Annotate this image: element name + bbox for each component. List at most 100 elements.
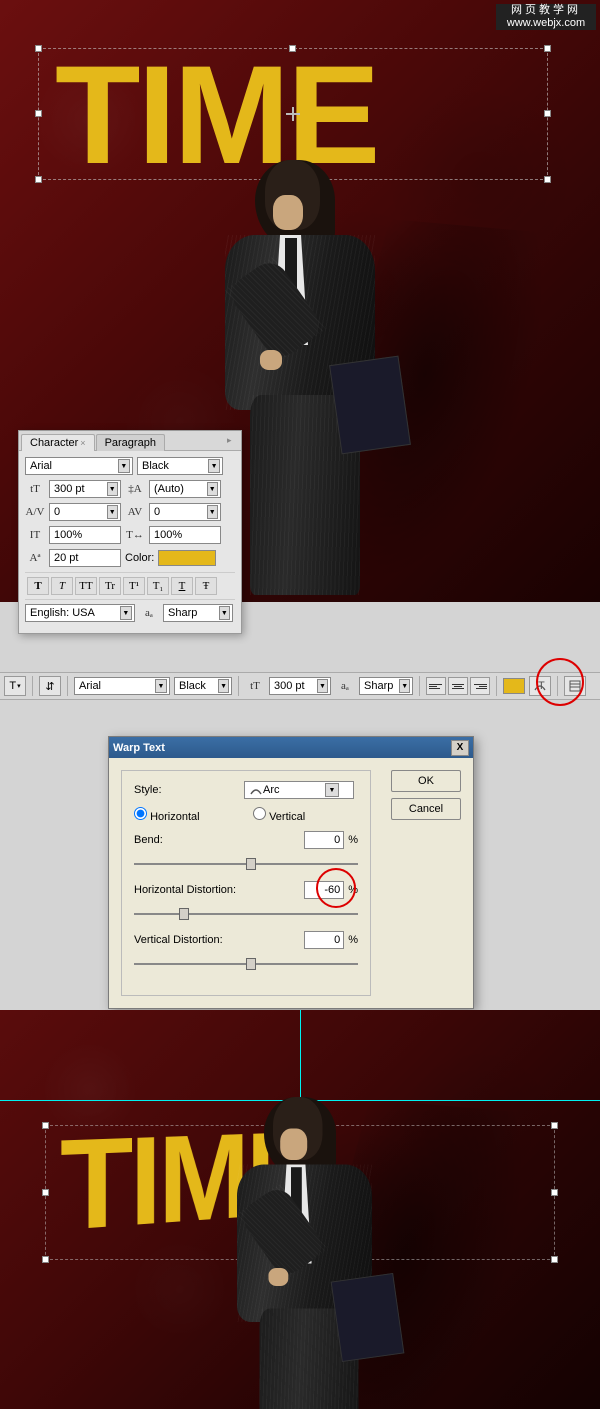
- baseline-icon: Aª: [25, 550, 45, 566]
- svg-text:T: T: [538, 680, 545, 692]
- handle-top-left[interactable]: [42, 1122, 49, 1129]
- align-right-button[interactable]: [470, 677, 490, 695]
- warp-text-button[interactable]: T: [529, 676, 551, 696]
- handle-middle-left[interactable]: [35, 110, 42, 117]
- handle-bottom-right[interactable]: [551, 1256, 558, 1263]
- kerning-icon: A/V: [25, 504, 45, 520]
- chevron-down-icon[interactable]: ▼: [207, 482, 218, 496]
- transform-center[interactable]: [286, 107, 300, 121]
- faux-italic-button[interactable]: T: [51, 577, 73, 595]
- hscale-input[interactable]: [149, 526, 221, 544]
- align-left-button[interactable]: [426, 677, 446, 695]
- color-swatch[interactable]: [158, 550, 216, 566]
- palettes-button[interactable]: [564, 676, 586, 696]
- chevron-down-icon[interactable]: ▼: [399, 679, 410, 693]
- font-style-dropdown[interactable]: ▼: [137, 457, 223, 475]
- canvas-after: TIME: [0, 1010, 600, 1409]
- strikethrough-button[interactable]: Ŧ: [195, 577, 217, 595]
- antialias-icon: aₐ: [139, 605, 159, 621]
- handle-middle-right[interactable]: [544, 110, 551, 117]
- warp-text-dialog[interactable]: Warp Text X Style: ▼ Horizontal Vertical…: [108, 736, 474, 1009]
- underline-button[interactable]: T: [171, 577, 193, 595]
- opt-antialias[interactable]: ▼: [359, 677, 413, 695]
- dialog-title: Warp Text: [113, 742, 165, 754]
- handle-middle-right[interactable]: [551, 1189, 558, 1196]
- watermark-line2: www.webjx.com: [500, 17, 592, 30]
- chevron-down-icon[interactable]: ▼: [325, 783, 339, 797]
- chevron-down-icon[interactable]: ▼: [208, 459, 220, 473]
- superscript-button[interactable]: T¹: [123, 577, 145, 595]
- opt-color-swatch[interactable]: [503, 678, 525, 694]
- handle-middle-left[interactable]: [42, 1189, 49, 1196]
- kerning-dropdown[interactable]: ▼: [49, 503, 121, 521]
- chevron-down-icon[interactable]: ▼: [207, 505, 218, 519]
- tracking-icon: AV: [125, 504, 145, 520]
- chevron-down-icon[interactable]: ▼: [155, 679, 167, 693]
- font-size-dropdown[interactable]: ▼: [49, 480, 121, 498]
- font-size-icon: tT: [245, 678, 265, 694]
- dialog-titlebar[interactable]: Warp Text X: [109, 737, 473, 758]
- pct-label: %: [348, 884, 358, 896]
- close-icon[interactable]: X: [451, 740, 469, 756]
- baseline-input[interactable]: [49, 549, 121, 567]
- faux-bold-button[interactable]: T: [27, 577, 49, 595]
- handle-top-middle[interactable]: [289, 45, 296, 52]
- antialias-dropdown[interactable]: ▼: [163, 604, 233, 622]
- handle-top-right[interactable]: [544, 45, 551, 52]
- font-family-dropdown[interactable]: ▼: [25, 457, 133, 475]
- language-dropdown[interactable]: ▼: [25, 604, 135, 622]
- opt-font-size[interactable]: ▼: [269, 677, 331, 695]
- tab-character[interactable]: Character×: [21, 434, 95, 451]
- warp-fieldset: Style: ▼ Horizontal Vertical Bend: % Hor: [121, 770, 371, 996]
- radio-vertical[interactable]: Vertical: [253, 807, 358, 823]
- character-panel[interactable]: Character× Paragraph ▸ ▼ ▼ tT ▼ ‡A ▼ A/V…: [18, 430, 242, 634]
- handle-bottom-left[interactable]: [42, 1256, 49, 1263]
- tracking-dropdown[interactable]: ▼: [149, 503, 221, 521]
- tab-close-icon[interactable]: ×: [80, 438, 85, 448]
- align-center-button[interactable]: [448, 677, 468, 695]
- hdist-label: Horizontal Distortion:: [134, 884, 244, 896]
- warp-style-dropdown[interactable]: ▼: [244, 781, 354, 799]
- chevron-down-icon[interactable]: ▼: [317, 679, 328, 693]
- text-orientation-button[interactable]: ⇵: [39, 676, 61, 696]
- ok-button[interactable]: OK: [391, 770, 461, 792]
- vscale-input[interactable]: [49, 526, 121, 544]
- panel-menu-icon[interactable]: ▸: [227, 435, 237, 445]
- handle-bottom-left[interactable]: [35, 176, 42, 183]
- chevron-down-icon[interactable]: ▼: [107, 482, 118, 496]
- leading-dropdown[interactable]: ▼: [149, 480, 221, 498]
- hdist-input[interactable]: [304, 881, 344, 899]
- tab-paragraph[interactable]: Paragraph: [96, 434, 165, 451]
- hscale-icon: T↔: [125, 527, 145, 543]
- cancel-button[interactable]: Cancel: [391, 798, 461, 820]
- opt-font-family[interactable]: ▼: [74, 677, 170, 695]
- bend-slider[interactable]: [134, 857, 358, 871]
- chevron-down-icon[interactable]: ▼: [107, 505, 118, 519]
- vdist-label: Vertical Distortion:: [134, 934, 244, 946]
- subscript-button[interactable]: T₁: [147, 577, 169, 595]
- vdist-input[interactable]: [304, 931, 344, 949]
- vdist-slider[interactable]: [134, 957, 358, 971]
- handle-top-right[interactable]: [551, 1122, 558, 1129]
- chevron-down-icon[interactable]: ▼: [120, 606, 132, 620]
- allcaps-button[interactable]: TT: [75, 577, 97, 595]
- handle-bottom-right[interactable]: [544, 176, 551, 183]
- chevron-down-icon[interactable]: ▼: [219, 606, 230, 620]
- vscale-icon: IT: [25, 527, 45, 543]
- chevron-down-icon[interactable]: ▼: [218, 679, 229, 693]
- hdist-slider[interactable]: [134, 907, 358, 921]
- bend-label: Bend:: [134, 834, 244, 846]
- pct-label: %: [348, 834, 358, 846]
- pct-label: %: [348, 934, 358, 946]
- antialias-icon: aₐ: [335, 678, 355, 694]
- type-style-buttons: T T TT Tr T¹ T₁ T Ŧ: [25, 572, 235, 600]
- opt-font-style[interactable]: ▼: [174, 677, 232, 695]
- smallcaps-button[interactable]: Tr: [99, 577, 121, 595]
- type-tool-preset[interactable]: T▾: [4, 676, 26, 696]
- bend-input[interactable]: [304, 831, 344, 849]
- leading-icon: ‡A: [125, 481, 145, 497]
- radio-horizontal[interactable]: Horizontal: [134, 807, 239, 823]
- handle-top-left[interactable]: [35, 45, 42, 52]
- font-size-icon: tT: [25, 481, 45, 497]
- chevron-down-icon[interactable]: ▼: [118, 459, 130, 473]
